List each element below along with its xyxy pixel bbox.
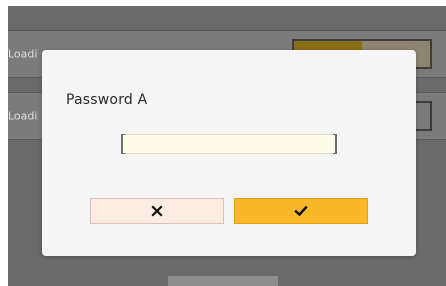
close-icon <box>151 205 163 217</box>
row-label: Loadi <box>8 109 38 123</box>
dialog-title: Password A <box>66 92 148 108</box>
input-right-bracket <box>333 134 337 154</box>
background-strip <box>168 276 278 286</box>
password-input-container <box>121 134 337 155</box>
password-input[interactable] <box>123 137 335 155</box>
cancel-button[interactable] <box>90 198 224 224</box>
check-icon <box>294 205 308 217</box>
input-left-bracket <box>121 134 125 154</box>
password-dialog: Password A <box>42 50 416 256</box>
row-label: Loadi <box>8 47 38 61</box>
confirm-button[interactable] <box>234 198 368 224</box>
